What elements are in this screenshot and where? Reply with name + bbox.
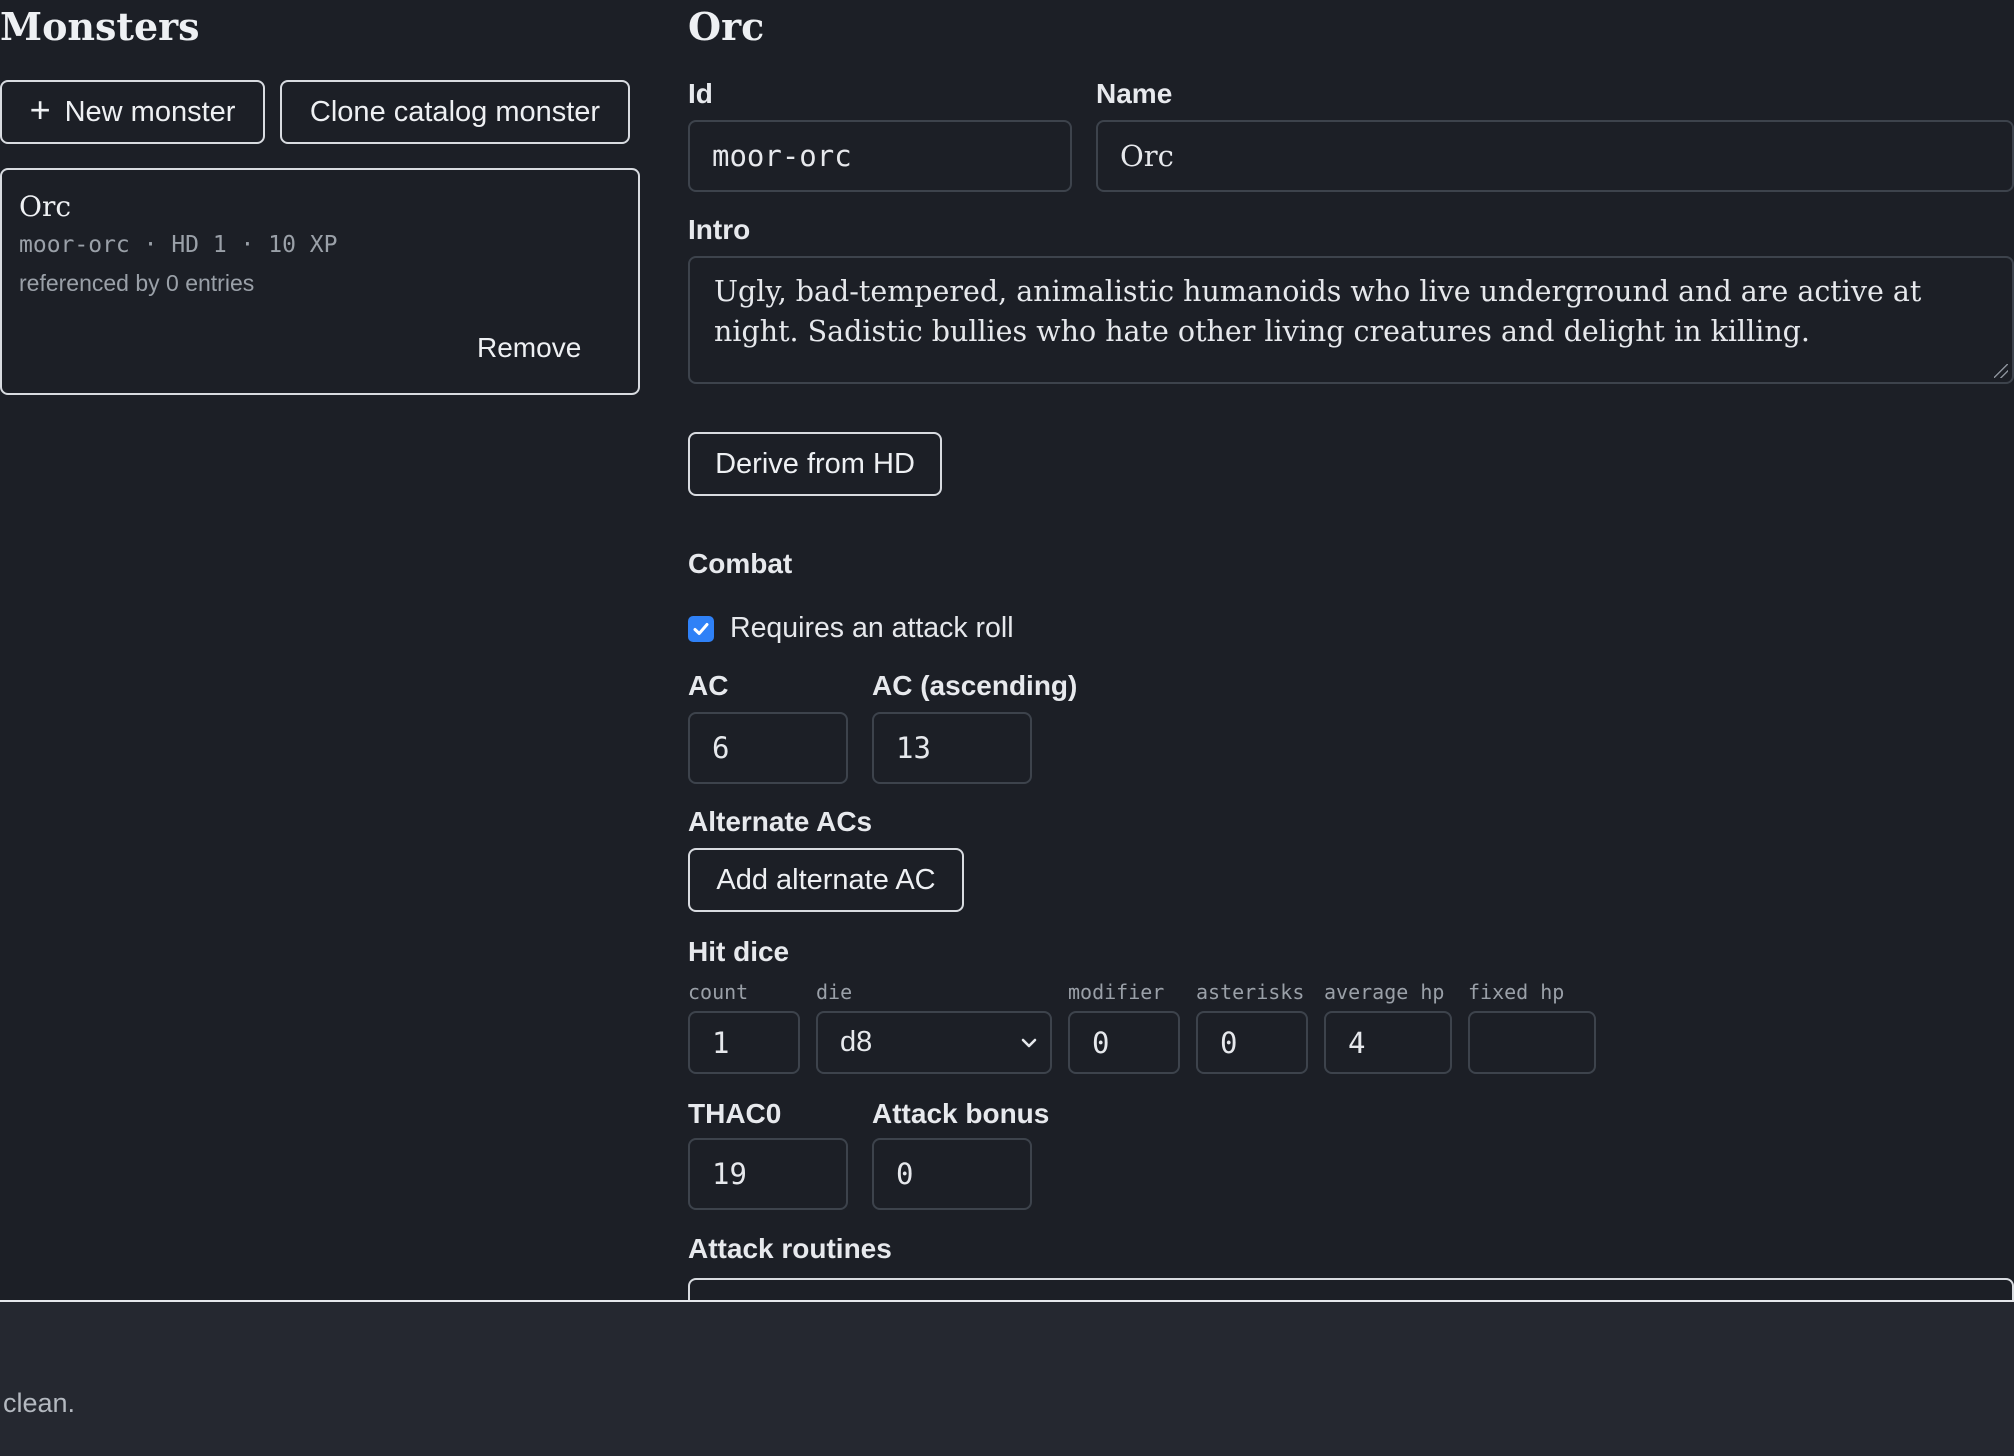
name-label: Name [1096,78,1173,109]
intro-label: Intro [688,214,751,245]
hd-die-value: d8 [840,1026,873,1058]
check-icon [693,623,709,635]
chevron-down-icon [1021,1038,1037,1047]
hd-count-input[interactable]: 1 [688,1011,800,1074]
attack-roll-label[interactable]: Requires an attack roll [730,612,1014,645]
clone-catalog-monster-button[interactable]: Clone catalog monster [280,80,630,144]
add-alternate-ac-button[interactable]: Add alternate AC [688,848,964,912]
hd-fixed-hp-input[interactable] [1468,1011,1596,1074]
resize-handle-icon[interactable] [1994,364,2008,378]
intro-text: Ugly, bad-tempered, animalistic humanoid… [714,275,1922,348]
hd-asterisks-input[interactable]: 0 [1196,1011,1308,1074]
status-bar: clean. [0,1300,2014,1456]
hd-die-select[interactable]: d8 [816,1011,1052,1074]
hd-fixed-hp-label: fixed hp [1468,980,1565,1004]
hd-count-label: count [688,980,749,1004]
ac-input[interactable]: 6 [688,712,848,784]
hd-die-label: die [816,980,853,1004]
derive-from-hd-button[interactable]: Derive from HD [688,432,942,496]
ac-ascending-label: AC (ascending) [872,670,1078,701]
monster-item-meta: moor-orc · HD 1 · 10 XP [19,232,338,258]
id-input[interactable]: moor-orc [688,120,1072,192]
attack-bonus-label: Attack bonus [872,1098,1050,1129]
ac-ascending-input[interactable]: 13 [872,712,1032,784]
sidebar-title: Monsters [0,4,200,49]
hd-average-hp-input[interactable]: 4 [1324,1011,1452,1074]
plus-icon: + [29,89,51,130]
hd-modifier-input[interactable]: 0 [1068,1011,1180,1074]
attack-routines-label: Attack routines [688,1233,892,1264]
hd-modifier-label: modifier [1068,980,1165,1004]
remove-button[interactable]: Remove [477,332,581,364]
alternate-acs-label: Alternate ACs [688,806,873,837]
new-monster-label: New monster [64,95,236,128]
attack-roll-checkbox[interactable] [688,616,714,642]
editor-title: Orc [688,4,765,49]
thac0-label: THAC0 [688,1098,782,1129]
status-text: clean. [3,1388,76,1418]
combat-heading: Combat [688,548,793,579]
monster-list-item[interactable]: Orc moor-orc · HD 1 · 10 XP referenced b… [0,168,640,395]
attack-bonus-input[interactable]: 0 [872,1138,1032,1210]
name-input[interactable]: Orc [1096,120,2014,192]
hit-dice-label: Hit dice [688,936,790,967]
hd-average-hp-label: average hp [1324,980,1445,1004]
thac0-input[interactable]: 19 [688,1138,848,1210]
ac-label: AC [688,670,729,701]
intro-textarea[interactable]: Ugly, bad-tempered, animalistic humanoid… [688,256,2014,384]
new-monster-button[interactable]: + New monster [0,80,265,144]
monster-item-references: referenced by 0 entries [19,270,255,296]
monster-item-name: Orc [19,190,72,223]
id-label: Id [688,78,713,109]
hd-asterisks-label: asterisks [1196,980,1305,1004]
